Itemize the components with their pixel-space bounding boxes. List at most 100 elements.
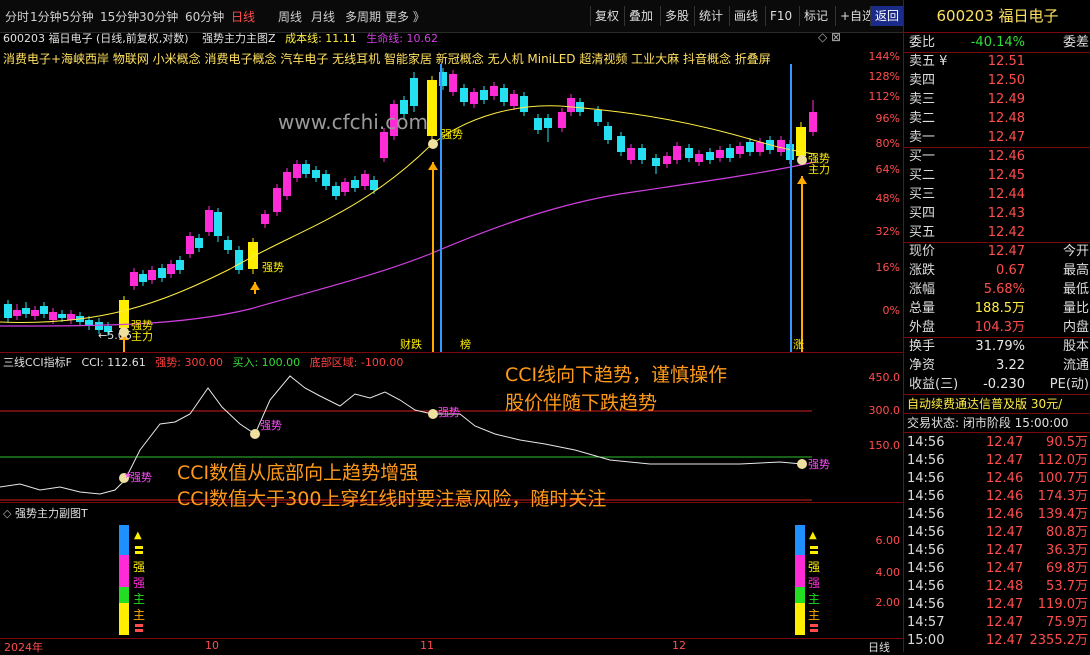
tool-6[interactable]: 标记 xyxy=(799,6,832,26)
main-axis-tick: 144% xyxy=(868,50,900,63)
sub-marker-icon: 〓 xyxy=(809,546,819,557)
x-tick-10: 10 xyxy=(205,639,219,652)
period-9[interactable]: 多周期 xyxy=(345,8,381,25)
period-7[interactable]: 周线 xyxy=(278,8,302,25)
period-10[interactable]: 更多 》 xyxy=(385,8,425,25)
quote-stat-0-value: 12.47 xyxy=(987,244,1025,259)
x-period-label[interactable]: 日线 xyxy=(868,639,890,655)
signal-arrowhead xyxy=(428,162,438,170)
tick-p: 12.47 xyxy=(986,561,1024,576)
candle-body xyxy=(361,174,369,186)
period-4[interactable]: 30分钟 xyxy=(139,8,178,25)
main-chart[interactable]: 强势主力←5.06强势强势强势主力财跌榜涨 xyxy=(0,64,903,352)
candle-body xyxy=(410,78,418,106)
tick-v: 2355.2万 xyxy=(1029,633,1089,648)
cci-axis-tick: 450.0 xyxy=(868,371,901,384)
cci-axis-tick: 150.0 xyxy=(868,439,901,452)
candle-body xyxy=(312,170,320,178)
tool-4[interactable]: 画线 xyxy=(729,6,762,26)
candle-body xyxy=(726,148,734,158)
period-1[interactable]: 1分钟 xyxy=(30,8,62,25)
main-axis-tick: 112% xyxy=(868,90,900,103)
period-8[interactable]: 月线 xyxy=(311,8,335,25)
tool-8[interactable]: 返回 xyxy=(870,6,904,26)
candle-body xyxy=(627,148,635,160)
money-bag-icon xyxy=(797,459,807,469)
candle-body xyxy=(490,86,498,96)
tick-t: 14:56 xyxy=(907,453,945,468)
bar-seg-green xyxy=(119,587,129,603)
promo-banner[interactable]: 自动续费通达信普及版 30元/ xyxy=(907,395,1062,412)
quote-stat2-1-right: 流通 xyxy=(1062,358,1089,373)
period-3[interactable]: 15分钟 xyxy=(100,8,139,25)
quote-stat-4-label: 外盘 xyxy=(909,320,936,335)
cci-strong-star: 强势 xyxy=(438,406,460,419)
main-axis-tick: 64% xyxy=(875,163,900,176)
tick-p: 12.47 xyxy=(986,525,1024,540)
sub-label: 主力 xyxy=(133,592,146,605)
tick-row: 14:56 12.47 69.8万 xyxy=(904,560,1090,578)
quote-stat2-2-label: 收益(三) xyxy=(909,377,959,392)
main-axis-tick: 128% xyxy=(868,70,900,83)
quote-stat2-2-value: -0.230 xyxy=(983,377,1025,392)
cci-axis-tick: 300.0 xyxy=(868,404,901,417)
cci-chart[interactable]: 强势强势强势强势★ xyxy=(0,352,903,502)
period-2[interactable]: 5分钟 xyxy=(62,8,94,25)
annotation-box-line1: CCI线向下趋势，谨慎操作 xyxy=(505,364,728,386)
quote-ask-4-label: 卖一 xyxy=(909,130,936,145)
candle-body xyxy=(449,74,457,92)
quote-bid-2-label: 买三 xyxy=(909,187,936,202)
candle-body xyxy=(302,164,310,174)
period-5[interactable]: 60分钟 xyxy=(185,8,224,25)
quote-stat-0-right: 今开 xyxy=(1062,244,1089,259)
quote-stat2-0-value: 31.79% xyxy=(975,339,1025,354)
tool-1[interactable]: 叠加 xyxy=(624,6,657,26)
tick-row: 14:56 12.47 80.8万 xyxy=(904,524,1090,542)
bar-seg-magenta xyxy=(119,555,129,587)
tool-5[interactable]: F10 xyxy=(765,6,796,26)
highlight-box xyxy=(440,64,792,352)
tick-v: 139.4万 xyxy=(1037,507,1088,522)
event-cai: 财跌 xyxy=(400,337,422,351)
tool-3[interactable]: 统计 xyxy=(694,6,727,26)
quote-ask-0-value: 12.51 xyxy=(987,54,1025,69)
tick-v: 36.3万 xyxy=(1046,543,1088,558)
money-bag-icon xyxy=(797,155,807,165)
quote-stat-1: 涨跌 0.67 最高 xyxy=(904,261,1090,280)
period-0[interactable]: 分时 xyxy=(5,8,29,25)
main-axis-tick: 16% xyxy=(875,261,900,274)
sub-axis-tick: 4.00 xyxy=(875,566,901,579)
candle-body xyxy=(261,214,269,224)
candle-body xyxy=(777,140,785,152)
quote-ask-2-label: 卖三 xyxy=(909,92,936,107)
quote-ask-1: 卖四 12.50 xyxy=(904,71,1090,90)
x-tick-11: 11 xyxy=(420,639,434,652)
quote-bid-4-value: 12.42 xyxy=(987,225,1025,240)
quote-stat-2-label: 涨幅 xyxy=(909,282,936,297)
tool-2[interactable]: 多股 xyxy=(660,6,693,26)
quote-bid-1-value: 12.45 xyxy=(987,168,1025,183)
candle-body xyxy=(176,260,184,270)
candle-body xyxy=(293,164,301,178)
indicator-name[interactable]: 强势主力主图Z xyxy=(202,32,276,45)
quote-weibi: 委比 -40.14% 委差 xyxy=(904,33,1090,52)
tick-p: 12.46 xyxy=(986,471,1024,486)
quote-bid-3-value: 12.43 xyxy=(987,206,1025,221)
period-6[interactable]: 日线 xyxy=(231,8,255,25)
bar-seg-green xyxy=(795,587,805,603)
tick-row: 14:56 12.47 36.3万 xyxy=(904,542,1090,560)
tick-v: 174.3万 xyxy=(1037,489,1088,504)
quote-ask-2-value: 12.49 xyxy=(987,92,1025,107)
sub-label: 强势 xyxy=(133,576,146,589)
candle-body xyxy=(283,172,291,196)
chart-window-controls[interactable]: ◇ ⊠ xyxy=(818,30,841,44)
main-axis-tick: 32% xyxy=(875,225,900,238)
quote-title: 600203 福日电子 xyxy=(904,0,1090,33)
tick-row: 14:56 12.47 90.5万 xyxy=(904,434,1090,452)
tool-0[interactable]: 复权 xyxy=(590,6,623,26)
candle-body xyxy=(167,264,175,274)
candle-body xyxy=(224,240,232,250)
tick-p: 12.47 xyxy=(986,543,1024,558)
candle-body xyxy=(480,90,488,100)
quote-bid-0: 买一 12.46 xyxy=(904,147,1090,166)
